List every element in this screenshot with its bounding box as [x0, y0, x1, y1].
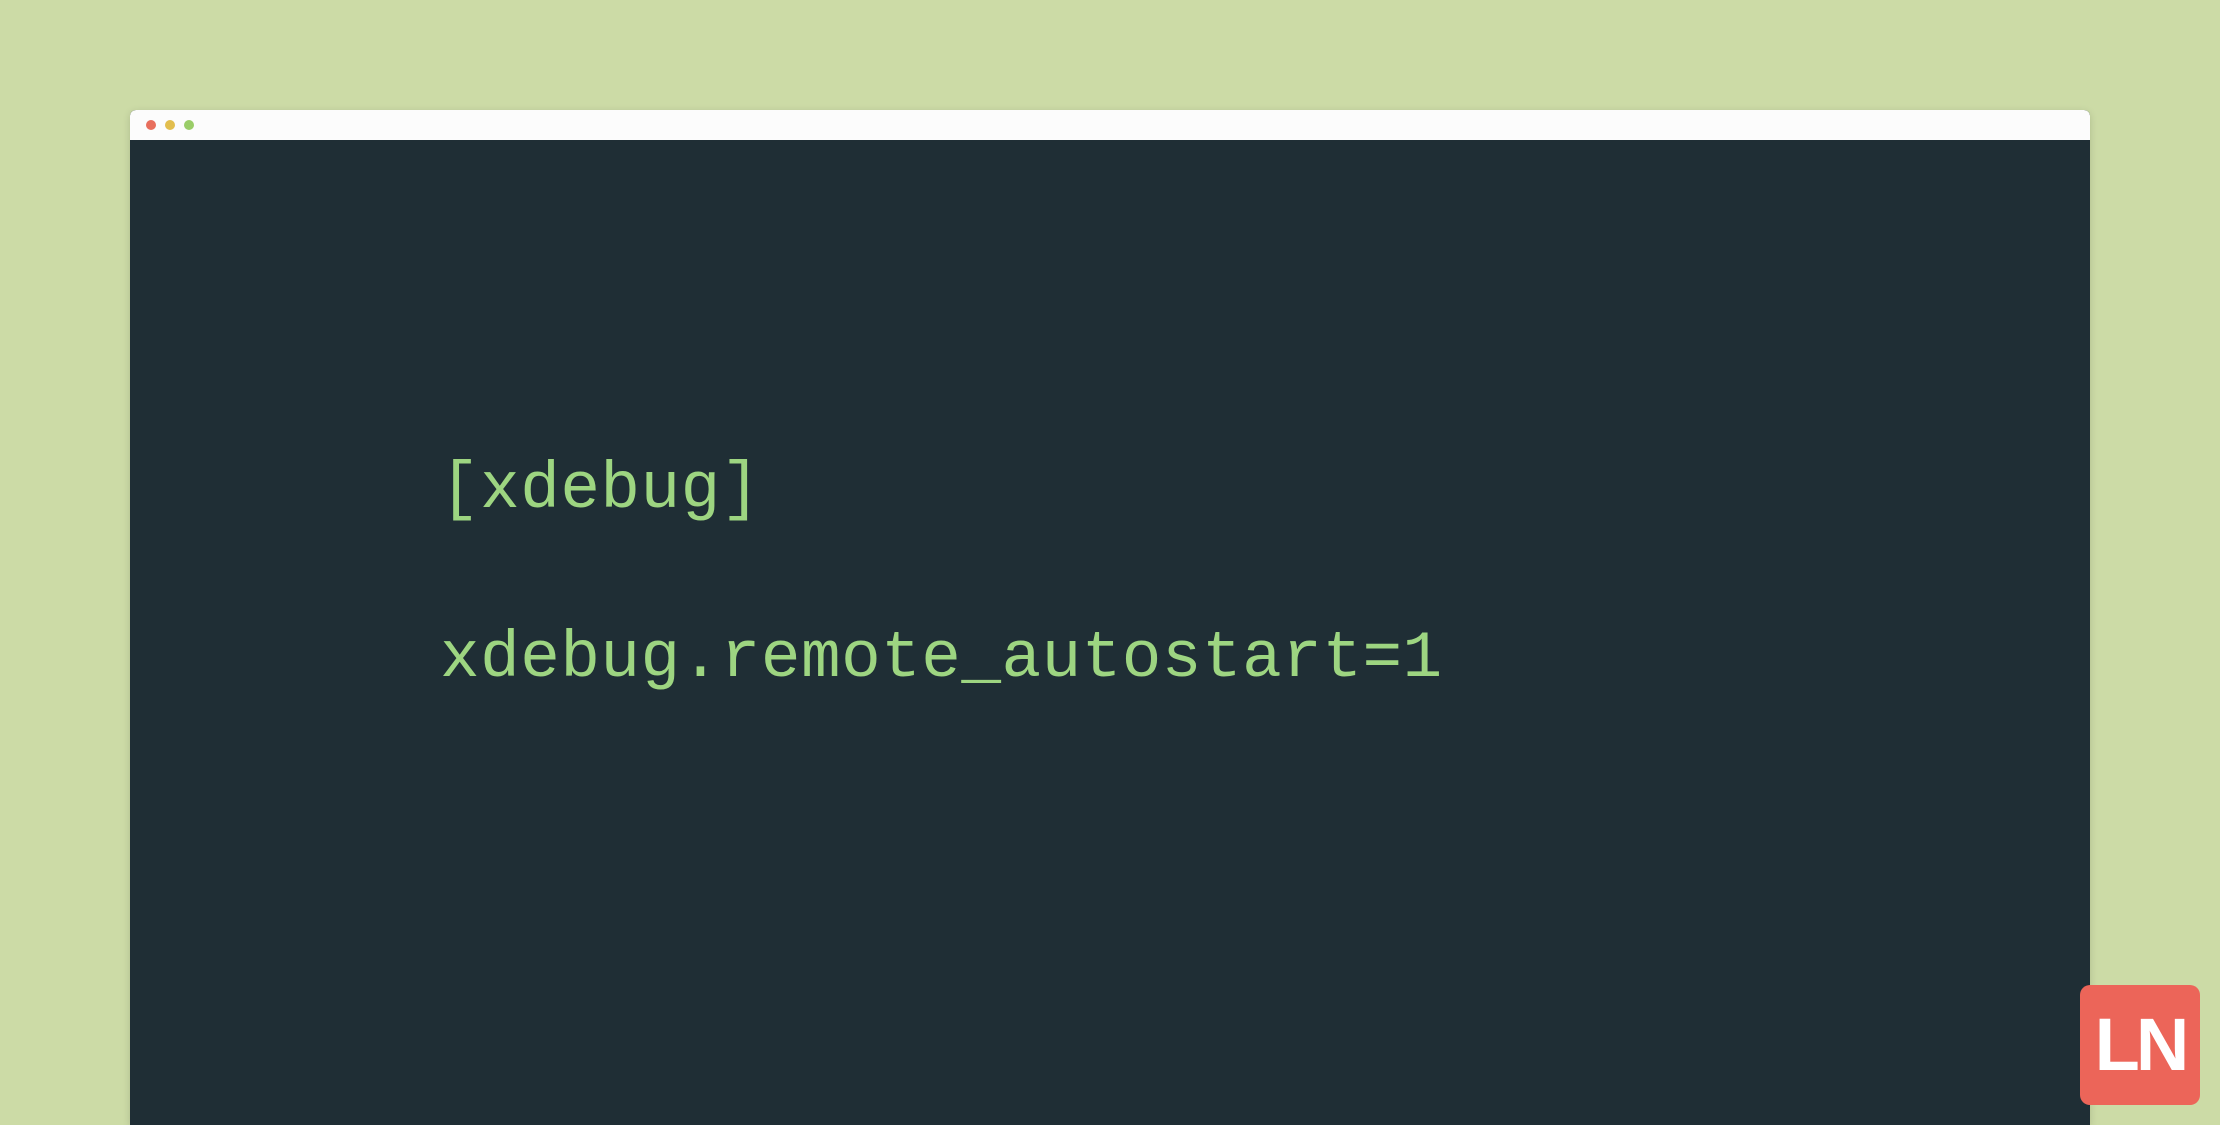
code-line: xdebug.remote_autostart=1	[440, 619, 2090, 698]
blank-line	[440, 529, 2090, 619]
close-icon[interactable]	[146, 120, 156, 130]
minimize-icon[interactable]	[165, 120, 175, 130]
code-line: [xdebug]	[440, 450, 2090, 529]
window-titlebar	[130, 110, 2090, 140]
terminal-window: [xdebug] xdebug.remote_autostart=1	[130, 110, 2090, 1125]
logo-text: LN	[2095, 1008, 2186, 1082]
maximize-icon[interactable]	[184, 120, 194, 130]
terminal-content: [xdebug] xdebug.remote_autostart=1	[130, 140, 2090, 698]
logo-badge: LN	[2080, 985, 2200, 1105]
